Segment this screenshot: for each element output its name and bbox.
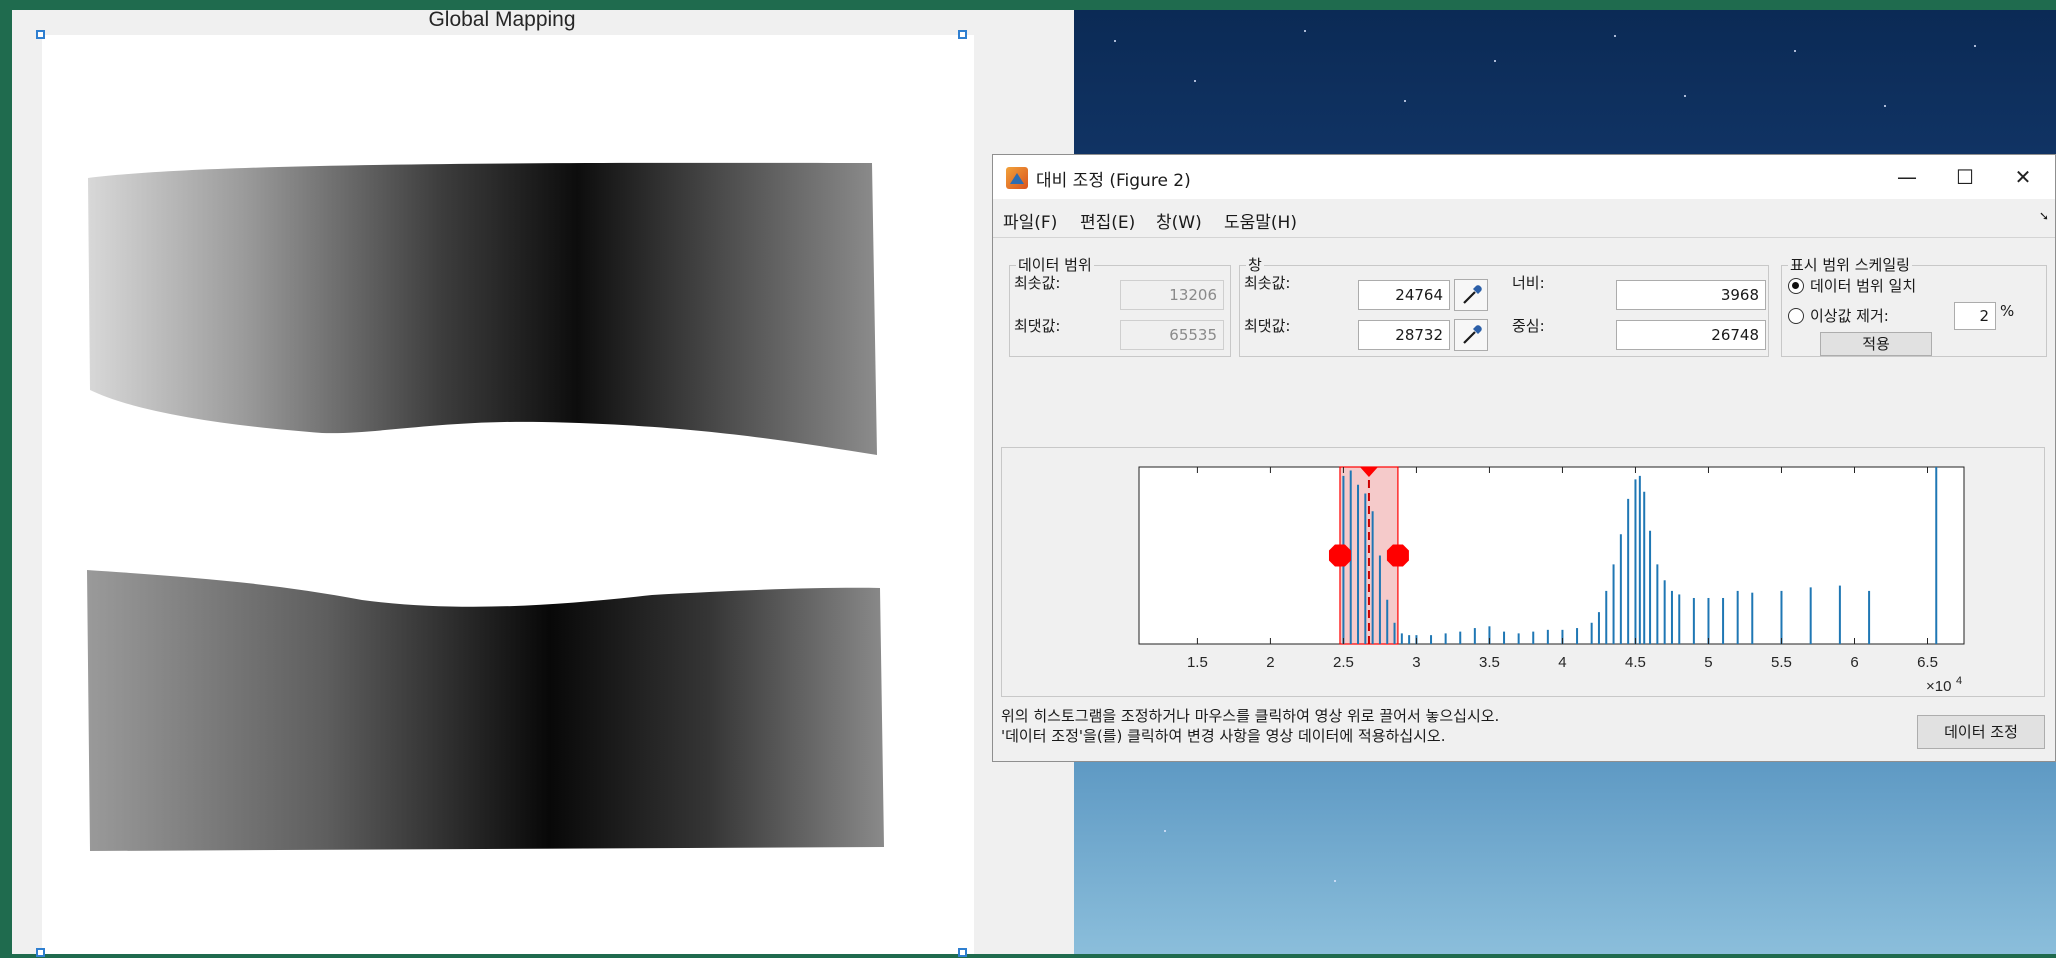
contrast-dialog: 대비 조정 (Figure 2) — ☐ ✕ 파일(F) 편집(E) 창(W) … (992, 154, 2056, 762)
data-min-label: 최솟값: (1014, 274, 1061, 292)
match-range-radio[interactable] (1788, 278, 1804, 294)
x-tick-label: 2 (1266, 654, 1274, 671)
menu-edit[interactable]: 편집(E) (1080, 208, 1135, 233)
image-display (87, 162, 884, 851)
title-bar[interactable]: 대비 조정 (Figure 2) — ☐ ✕ (993, 155, 2055, 199)
outlier-percent-input[interactable]: 2 (1954, 302, 1996, 330)
menu-help[interactable]: 도움말(H) (1224, 208, 1297, 233)
selection-handle[interactable] (36, 948, 45, 957)
adjust-data-button[interactable]: 데이터 조정 (1917, 715, 2045, 749)
eyedropper-max-icon[interactable] (1454, 319, 1488, 351)
x-tick-label: 3 (1412, 654, 1420, 671)
instruction-line-1: 위의 히스토그램을 조정하거나 마우스를 클릭하여 영상 위로 끌어서 놓으십시… (1001, 707, 1500, 725)
window-max-handle (1386, 544, 1409, 567)
remove-outliers-label[interactable]: 이상값 제거: (1810, 305, 1889, 326)
data-min-field: 13206 (1120, 280, 1224, 310)
x-tick-label: 5.5 (1771, 654, 1792, 671)
x-tick-label: 1.5 (1187, 654, 1208, 671)
window-max-input[interactable]: 28732 (1358, 320, 1450, 350)
x-tick-label: 2.5 (1333, 654, 1354, 671)
data-max-label: 최댓값: (1014, 317, 1061, 335)
match-range-label[interactable]: 데이터 범위 일치 (1810, 275, 1916, 296)
upper-strip (88, 162, 877, 455)
figure-title: Global Mapping (428, 8, 576, 31)
window-width-input[interactable]: 3968 (1616, 280, 1766, 310)
window-width-label: 너비: (1512, 274, 1545, 292)
close-button[interactable]: ✕ (1995, 159, 2051, 195)
selection-handle[interactable] (958, 948, 967, 957)
window-center-input[interactable]: 26748 (1616, 320, 1766, 350)
data-range-group: 데이터 범위 최솟값: 13206 최댓값: 65535 (1009, 254, 1231, 357)
x-tick-label: 6.5 (1917, 654, 1938, 671)
matlab-icon (1006, 167, 1028, 189)
window-group: 창 최솟값: 24764 최댓값: 28732 너비: 3968 중심: 267… (1239, 254, 1769, 357)
dialog-title: 대비 조정 (Figure 2) (1036, 171, 1191, 191)
window-center-label: 중심: (1512, 317, 1545, 335)
x-tick-label: 4.5 (1625, 654, 1646, 671)
x-tick-label: 4 (1558, 654, 1566, 671)
scaling-group: 표시 범위 스케일링 데이터 범위 일치 이상값 제거: 2 % 적용 (1781, 254, 2047, 357)
remove-outliers-radio[interactable] (1788, 308, 1804, 324)
menu-window[interactable]: 창(W) (1156, 208, 1202, 233)
selection-handle[interactable] (958, 30, 967, 39)
eyedropper-min-icon[interactable] (1454, 279, 1488, 311)
instruction-line-2: '데이터 조정'을(를) 클릭하여 변경 사항을 영상 데이터에 적용하십시오. (1001, 727, 1446, 745)
percent-label: % (2000, 302, 2015, 320)
window-min-input[interactable]: 24764 (1358, 280, 1450, 310)
menu-bar: 파일(F) 편집(E) 창(W) 도움말(H) (993, 199, 2055, 239)
menu-file[interactable]: 파일(F) (1003, 208, 1057, 233)
menu-separator (993, 237, 2055, 238)
image-axes[interactable] (42, 35, 974, 954)
x-tick-label: 5 (1704, 654, 1712, 671)
dock-arrow-icon[interactable]: ➘ (2039, 209, 2049, 223)
minimize-button[interactable]: — (1879, 159, 1935, 195)
x-tick-label: 3.5 (1479, 654, 1500, 671)
data-max-field: 65535 (1120, 320, 1224, 350)
maximize-button[interactable]: ☐ (1937, 159, 1993, 195)
histogram-chart[interactable]: 1.5 2 2.5 3 3.5 4 4.5 5 5.5 6 6.5 ×10 4 (1002, 448, 2044, 696)
x-multiplier-exponent: 4 (1956, 675, 1962, 687)
window-min-label: 최솟값: (1244, 274, 1291, 292)
apply-button[interactable]: 적용 (1820, 332, 1932, 356)
x-tick-label: 6 (1850, 654, 1858, 671)
figure-window: Global Mapping (12, 8, 1074, 957)
window-max-label: 최댓값: (1244, 317, 1291, 335)
x-multiplier-label: ×10 (1926, 678, 1951, 695)
lower-strip (87, 570, 884, 851)
scaling-title: 표시 범위 스케일링 (1788, 254, 1912, 275)
window-min-handle (1328, 544, 1351, 567)
selection-handle[interactable] (36, 30, 45, 39)
histogram-panel: 1.5 2 2.5 3 3.5 4 4.5 5 5.5 6 6.5 ×10 4 (1001, 447, 2045, 697)
